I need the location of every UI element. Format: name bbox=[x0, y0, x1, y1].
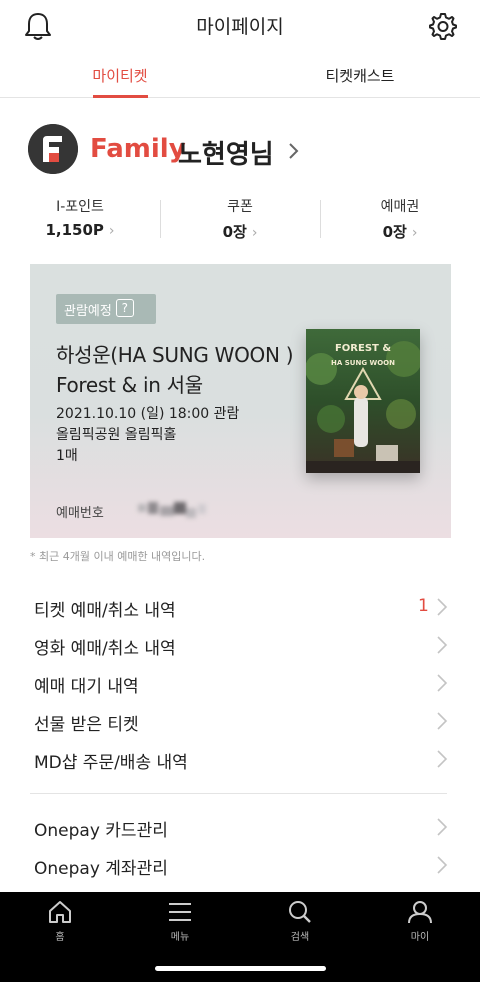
menu-gift-tickets[interactable]: 선물 받은 티켓 bbox=[0, 702, 480, 740]
menu-label: 영화 예매/취소 내역 bbox=[34, 639, 176, 659]
stat-value: 0장 bbox=[382, 223, 407, 241]
stat-value: 1,150P bbox=[45, 221, 104, 239]
menu-label: 선물 받은 티켓 bbox=[34, 715, 139, 735]
reservation-label: 예매번호 bbox=[56, 506, 104, 521]
show-info: 2021.10.10 (일) 18:00 관람 올림픽공원 올림픽홀 1매 bbox=[56, 404, 239, 467]
chevron-right-icon bbox=[289, 143, 299, 159]
chevron-right-icon bbox=[437, 636, 448, 654]
reservation-number-redacted bbox=[138, 502, 206, 518]
chevron-right-icon bbox=[437, 674, 448, 692]
menu-label: 티켓 예매/취소 내역 bbox=[34, 601, 176, 621]
nav-search[interactable]: 검색 bbox=[270, 900, 330, 943]
family-grade-logo-icon bbox=[28, 124, 78, 174]
chevron-right-icon bbox=[437, 818, 448, 836]
show-venue: 올림픽공원 올림픽홀 bbox=[56, 427, 177, 443]
header: 마이페이지 bbox=[0, 0, 480, 52]
show-poster-image: FOREST & HA SUNG WOON bbox=[306, 329, 420, 473]
chevron-right-icon bbox=[437, 750, 448, 768]
menu-label: 예매 대기 내역 bbox=[34, 677, 139, 697]
chevron-right-icon bbox=[437, 712, 448, 730]
active-tab-indicator bbox=[93, 95, 148, 98]
nav-label: 홈 bbox=[55, 932, 65, 943]
ticket-card[interactable]: 관람예정? 하성운(HA SUNG WOON ) Forest & in 서울 … bbox=[30, 264, 451, 538]
nav-menu[interactable]: 메뉴 bbox=[150, 900, 210, 943]
home-icon bbox=[49, 901, 71, 923]
help-icon[interactable]: ? bbox=[115, 299, 134, 317]
stat-value: 0장 bbox=[222, 223, 247, 241]
user-name: 노현영님 bbox=[178, 140, 274, 170]
menu-label: MD샵 주문/배송 내역 bbox=[34, 753, 188, 773]
tab-ticket-cast[interactable]: 티켓캐스트 bbox=[240, 65, 480, 86]
chevron-right-icon bbox=[437, 856, 448, 874]
show-date: 2021.10.10 (일) 18:00 관람 bbox=[56, 406, 240, 422]
menu-onepay-card[interactable]: Onepay 카드관리 bbox=[0, 808, 480, 846]
chevron-right-icon: › bbox=[411, 225, 418, 241]
status-badge-label: 관람예정 bbox=[64, 304, 112, 319]
show-title: 하성운(HA SUNG WOON ) Forest & in 서울 bbox=[56, 343, 294, 397]
profile-row[interactable]: Family 노현영님 bbox=[28, 122, 448, 178]
ticket-count: 1매 bbox=[56, 448, 78, 464]
stat-voucher[interactable]: 예매권 0장 › bbox=[320, 196, 480, 242]
gear-icon[interactable] bbox=[428, 11, 458, 41]
menu-label: Onepay 카드관리 bbox=[34, 821, 168, 841]
stats-row: I-포인트 1,150P › 쿠폰 0장 › 예매권 0장 › bbox=[0, 196, 480, 246]
chevron-right-icon: › bbox=[251, 225, 258, 241]
nav-home[interactable]: 홈 bbox=[30, 900, 90, 943]
divider bbox=[30, 793, 447, 794]
menu-label: Onepay 계좌관리 bbox=[34, 859, 168, 879]
poster-title: FOREST & bbox=[335, 343, 391, 354]
menu-waitlist-history[interactable]: 예매 대기 내역 bbox=[0, 664, 480, 702]
menu-movie-history[interactable]: 영화 예매/취소 내역 bbox=[0, 626, 480, 664]
status-badge: 관람예정? bbox=[56, 294, 156, 324]
menu-ticket-history[interactable]: 티켓 예매/취소 내역 1 bbox=[0, 588, 480, 626]
nav-my[interactable]: 마이 bbox=[390, 900, 450, 943]
chevron-right-icon: › bbox=[108, 223, 115, 239]
nav-label: 검색 bbox=[290, 932, 310, 943]
menu-onepay-account[interactable]: Onepay 계좌관리 bbox=[0, 846, 480, 884]
history-note: * 최근 4개월 이내 예매한 내역입니다. bbox=[30, 550, 206, 563]
stat-label: 예매권 bbox=[380, 199, 420, 215]
stat-points[interactable]: I-포인트 1,150P › bbox=[0, 196, 160, 239]
poster-artist: HA SUNG WOON bbox=[331, 359, 395, 367]
chevron-right-icon bbox=[437, 598, 448, 616]
menu-md-shop-orders[interactable]: MD샵 주문/배송 내역 bbox=[0, 740, 480, 778]
nav-label: 마이 bbox=[410, 932, 430, 943]
menu-count-badge: 1 bbox=[418, 596, 429, 616]
stat-coupon[interactable]: 쿠폰 0장 › bbox=[160, 196, 320, 242]
page-title: 마이페이지 bbox=[196, 16, 284, 38]
tab-bar: 마이티켓 티켓캐스트 bbox=[0, 52, 480, 98]
home-indicator bbox=[155, 966, 326, 971]
menu-icon bbox=[169, 903, 191, 921]
search-icon bbox=[289, 901, 311, 923]
nav-label: 메뉴 bbox=[170, 932, 190, 943]
stat-label: 쿠폰 bbox=[227, 199, 253, 215]
tab-my-ticket[interactable]: 마이티켓 bbox=[0, 65, 240, 86]
member-grade: Family bbox=[90, 134, 186, 164]
stat-label: I-포인트 bbox=[56, 199, 104, 215]
user-icon bbox=[408, 901, 432, 924]
